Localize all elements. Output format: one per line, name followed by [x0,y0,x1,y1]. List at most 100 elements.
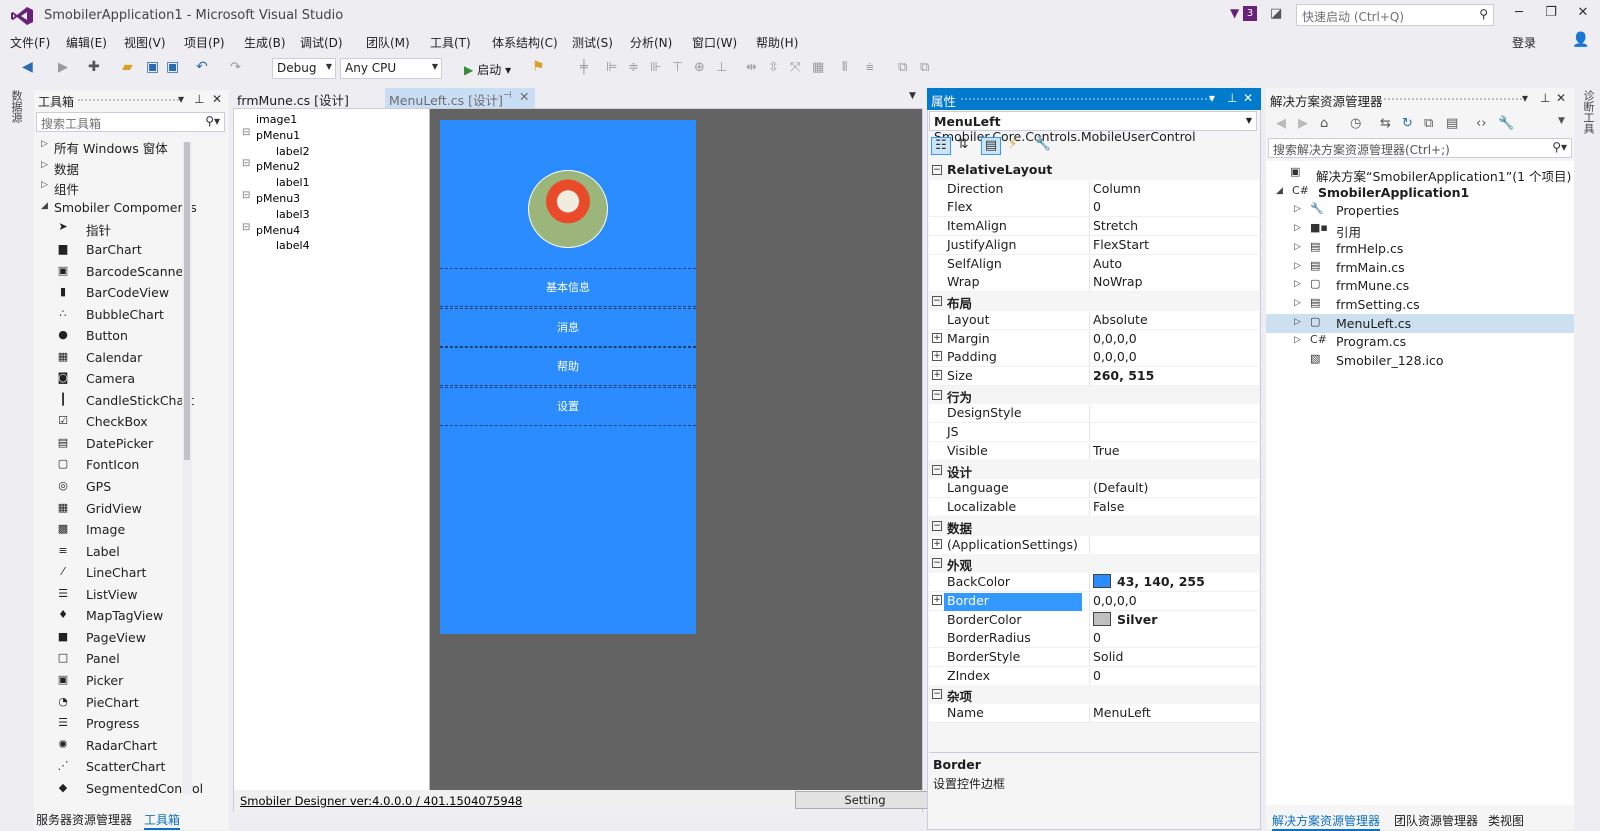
property-value[interactable]: (Default) [1089,480,1257,499]
expand-arrow-icon[interactable]: ▷ [1294,317,1301,327]
property-row[interactable]: SelfAlign Auto [929,254,1259,274]
start-debug-button[interactable]: ▶ 启动 ▾ [464,61,511,78]
collapse-box-icon[interactable]: − [932,389,942,400]
expand-arrow-icon[interactable]: ▷ [1294,279,1301,289]
categorized-icon[interactable]: ☷ [931,137,951,155]
sync-icon[interactable]: ⇆ [1380,116,1391,131]
send-back-icon[interactable]: ⧉ [920,60,929,75]
solution-search-input[interactable]: 搜索解决方案资源管理器(Ctrl+;) ⚲▾ [1268,138,1572,158]
solution-config-select[interactable]: Debug ▼ [272,58,336,79]
dropdown-icon[interactable]: ▾ [178,92,184,106]
property-value[interactable]: MenuLeft [1089,705,1257,724]
collapse-box-icon[interactable]: − [932,689,942,700]
property-value[interactable]: Silver [1089,611,1257,630]
control-tree-node[interactable]: label1 [276,176,310,189]
collapse-box-icon[interactable]: − [932,165,942,175]
property-row[interactable]: + Margin 0,0,0,0 [929,329,1259,349]
redo-icon[interactable]: ↷ [230,60,241,75]
toolbox-tab[interactable]: 工具箱 [144,811,181,830]
expand-arrow-icon[interactable]: ▷ [1294,298,1301,308]
tree-collapse-icon[interactable]: ⊟ [242,190,250,201]
undo-icon[interactable]: ↶ [196,59,208,75]
property-value[interactable]: Absolute [1089,311,1257,330]
feedback-flag-icon[interactable]: ▼ [1230,6,1239,20]
property-row[interactable]: BorderStyle Solid [929,647,1259,667]
property-row[interactable]: ZIndex 0 [929,666,1259,686]
property-category[interactable]: − 外观 [929,554,1259,574]
solution-node[interactable]: ▷ ▤ frmSetting.cs [1266,295,1574,314]
menu-item[interactable]: 视图(V) [124,34,166,51]
home-icon[interactable]: ⌂ [1320,116,1328,131]
control-tree-node[interactable]: label2 [276,145,310,158]
control-tree-node[interactable]: pMenu1 [256,129,300,142]
restore-button[interactable]: ❐ [1540,5,1562,23]
bring-front-icon[interactable]: ⧉ [898,60,907,75]
properties-icon[interactable]: ▤ [981,137,1001,155]
same-height-icon[interactable]: ⇳ [768,60,779,75]
control-tree-node[interactable]: label4 [276,239,310,252]
menu-item[interactable]: 测试(S) [572,34,613,51]
property-row[interactable]: + Padding 0,0,0,0 [929,348,1259,368]
solution-node[interactable]: ▷ ▢ frmMune.cs [1266,276,1574,295]
property-category[interactable]: − 杂项 [929,685,1259,705]
expand-arrow-icon[interactable]: ▷ [1294,335,1301,345]
menu-item[interactable]: 生成(B) [244,34,286,51]
menu-item[interactable]: 工具(T) [430,34,471,51]
tree-collapse-icon[interactable]: ⊟ [242,222,250,233]
collapse-box-icon[interactable]: − [932,558,942,569]
login-link[interactable]: 登录 [1512,34,1536,51]
collapse-all-icon[interactable]: ⧉ [1424,116,1433,131]
more-icon[interactable]: ▼ [1558,116,1565,126]
refresh-icon[interactable]: ↻ [1402,116,1413,131]
tab-frmmune-design[interactable]: frmMune.cs [设计] [233,88,385,108]
control-tree-node[interactable]: image1 [256,113,297,126]
property-row[interactable]: BackColor 43, 140, 255 [929,573,1259,593]
platform-select[interactable]: Any CPU ▼ [340,58,442,79]
property-value[interactable]: 0 [1089,199,1257,218]
control-tree-node[interactable]: pMenu4 [256,224,300,237]
property-category[interactable]: − 布局 [929,292,1259,312]
avatar-image[interactable] [528,170,608,248]
solution-node[interactable]: ▷ 🔧 Properties [1266,201,1574,220]
property-row[interactable]: BorderRadius 0 [929,629,1259,649]
expand-arrow-icon[interactable]: ▷ [1294,261,1301,271]
control-tree-node[interactable]: pMenu3 [256,192,300,205]
property-row[interactable]: BorderColor Silver [929,610,1259,630]
dropdown-icon[interactable]: ▾ [1522,91,1528,105]
property-value[interactable] [1089,424,1257,443]
show-all-files-icon[interactable]: ▤ [1446,116,1458,131]
property-row[interactable]: + (ApplicationSettings) [929,535,1259,555]
property-category[interactable]: − 数据 [929,516,1259,536]
control-tree-node[interactable]: pMenu2 [256,160,300,173]
solution-node[interactable]: ▷ ■▪ 引用 [1266,220,1574,240]
property-row[interactable]: Name MenuLeft [929,704,1259,724]
data-sources-tab[interactable]: 数据源 [8,90,24,123]
close-icon[interactable]: ✕ [212,92,222,106]
property-row[interactable]: Flex 0 [929,198,1259,218]
expand-arrow-icon[interactable]: ▷ [1294,223,1301,233]
expand-arrow-icon[interactable]: ▷ [1294,204,1301,214]
minimize-button[interactable]: ─ [1508,5,1530,23]
pin-icon[interactable]: ⊥ [194,92,204,106]
toolbox-scroll-thumb[interactable] [184,142,190,460]
property-value[interactable]: Column [1089,180,1257,199]
class-view-tab[interactable]: 类视图 [1488,812,1524,829]
align-center-icon[interactable]: ≑ [628,60,639,75]
property-row[interactable]: Layout Absolute [929,310,1259,330]
expand-arrow-icon[interactable]: ▷ [1294,242,1301,252]
property-value[interactable]: 0,0,0,0 [1089,349,1257,368]
expand-arrow-icon[interactable]: ◢ [1276,186,1283,196]
property-row[interactable]: + Size 260, 515 [929,367,1259,387]
solution-node[interactable]: ◢ C# SmobilerApplication1 [1266,183,1574,202]
events-icon[interactable]: ⚡ [1003,137,1023,155]
grid-size-icon[interactable]: ▦ [812,60,824,75]
feedback-icon[interactable]: ◪ [1270,6,1282,21]
menu-item[interactable]: 文件(F) [10,34,50,51]
property-row[interactable]: Language (Default) [929,479,1259,499]
expand-box-icon[interactable]: + [932,332,942,343]
collapse-box-icon[interactable]: − [932,464,942,475]
solution-node[interactable]: ▧ Smobiler_128.ico [1266,351,1574,370]
menu-panel-item[interactable]: 消息 [440,307,696,347]
close-tab-icon[interactable]: ✕ [519,89,529,104]
menu-item[interactable]: 帮助(H) [756,34,798,51]
